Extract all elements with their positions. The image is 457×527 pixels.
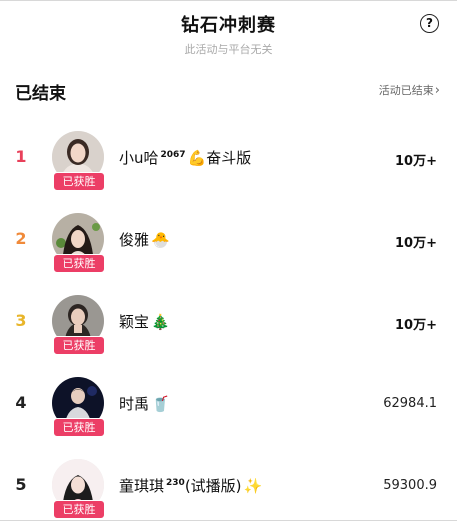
hatching-chick-icon: 🐣 — [151, 231, 170, 249]
ranking-row[interactable]: 5 已获胜 童琪琪 230(试播版) ✨ 59300.9 — [0, 445, 457, 527]
rank-number: 2 — [15, 229, 27, 248]
winner-badge: 已获胜 — [53, 418, 105, 437]
winner-badge: 已获胜 — [53, 500, 105, 519]
entry-name-text: 童琪琪 — [119, 477, 165, 495]
page-subtitle: 此活动与平台无关 — [184, 43, 273, 56]
ranking-row[interactable]: 1 已获胜 小u哈 2067 💪奋斗版 10万+ — [0, 117, 457, 199]
rank-number: 3 — [15, 311, 27, 330]
page-title: 钻石冲刺赛 — [181, 15, 276, 36]
winner-badge: 已获胜 — [53, 336, 105, 355]
rank-number: 5 — [15, 475, 27, 494]
ranking-row[interactable]: 4 已获胜 时禹 🥤 62984.1 — [0, 363, 457, 445]
entry-name-text: 颖宝 — [119, 313, 150, 331]
christmas-tree-icon: 🎄 — [151, 313, 170, 331]
entry-score: 59300.9 — [383, 478, 437, 493]
entry-name[interactable]: 颖宝 🎄 — [119, 311, 170, 332]
entry-name-suffix: 奋斗版 — [206, 149, 252, 167]
cup-with-straw-icon: 🥤 — [151, 395, 170, 413]
entry-name[interactable]: 俊雅 🐣 — [119, 229, 170, 250]
rank-number: 1 — [15, 147, 27, 166]
entry-level: 2067 — [160, 150, 186, 160]
ranking-row[interactable]: 2 已获胜 俊雅 🐣 10万+ — [0, 199, 457, 281]
activity-ended-link[interactable]: 活动已结束› — [379, 82, 440, 98]
rank-number: 4 — [15, 393, 27, 412]
entry-score: 10万+ — [395, 154, 437, 169]
flexed-biceps-icon: 💪 — [187, 149, 207, 167]
entry-score: 10万+ — [395, 236, 437, 251]
entry-name-text: 小u哈 — [119, 149, 159, 167]
entry-name[interactable]: 小u哈 2067 💪奋斗版 — [119, 147, 251, 168]
entry-level: 230 — [166, 478, 185, 488]
section-title: 已结束 — [15, 84, 66, 104]
header: 钻石冲刺赛 此活动与平台无关 ? — [0, 1, 457, 67]
ranking-list: 1 已获胜 小u哈 2067 💪奋斗版 10万+ 2 已获胜 俊雅 🐣 10万+… — [0, 117, 457, 527]
help-icon[interactable]: ? — [420, 14, 439, 33]
section-header: 已结束 活动已结束› — [0, 67, 457, 117]
leaderboard-screen: 钻石冲刺赛 此活动与平台无关 ? 已结束 活动已结束› 1 已获胜 小u哈 206… — [0, 0, 457, 521]
sparkles-icon: ✨ — [243, 477, 263, 495]
activity-ended-label: 活动已结束 — [378, 84, 434, 97]
chevron-right-icon: › — [434, 83, 440, 98]
entry-name[interactable]: 童琪琪 230(试播版) ✨ — [119, 475, 262, 496]
entry-score: 62984.1 — [383, 396, 437, 411]
ranking-row[interactable]: 3 已获胜 颖宝 🎄 10万+ — [0, 281, 457, 363]
entry-name[interactable]: 时禹 🥤 — [119, 393, 170, 414]
entry-name-suffix: (试播版) — [184, 477, 242, 495]
winner-badge: 已获胜 — [53, 254, 105, 273]
winner-badge: 已获胜 — [53, 172, 105, 191]
entry-name-text: 俊雅 — [119, 231, 150, 249]
entry-name-text: 时禹 — [119, 395, 150, 413]
entry-score: 10万+ — [395, 318, 437, 333]
